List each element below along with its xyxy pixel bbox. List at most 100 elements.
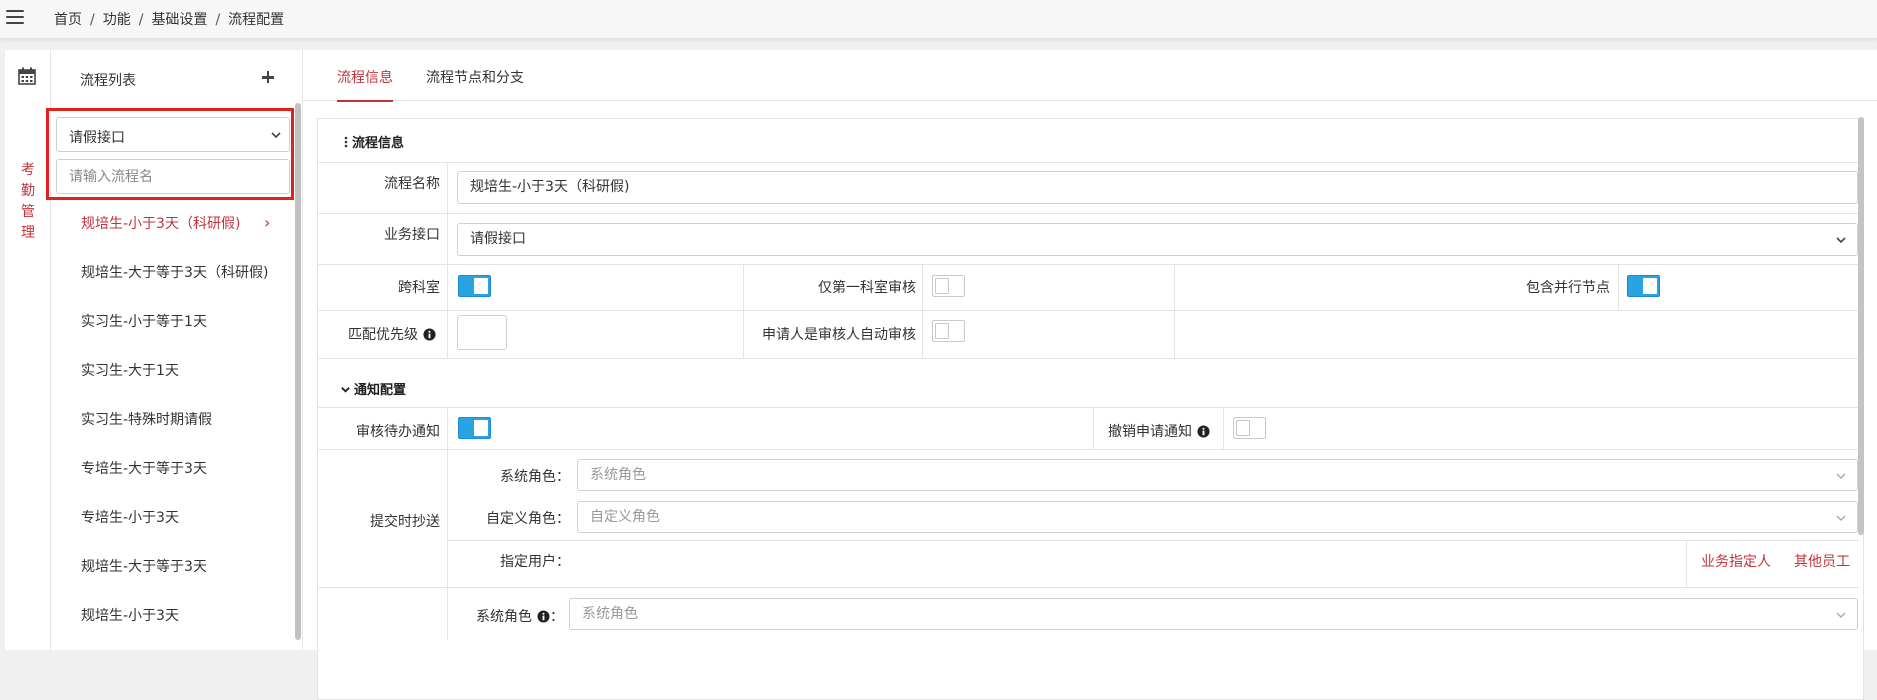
interface-select[interactable]: 请假接口 [56,117,290,152]
divider [1618,265,1619,310]
breadcrumb-basic-settings[interactable]: 基础设置 [151,12,207,28]
section-flow-info: 流程信息 [344,132,404,151]
business-interface-value: 请假接口 [470,231,526,247]
first-dept-only-toggle[interactable] [932,275,965,297]
tab-bar: 流程信息 流程节点和分支 [303,50,1877,102]
chevron-down-icon [271,132,281,139]
module-char: 管 [21,204,35,220]
list-item[interactable]: 规培生-大于等于3天 [51,547,291,596]
todo-notify-toggle[interactable] [458,417,491,439]
revoke-notify-toggle[interactable] [1233,417,1266,439]
info-icon[interactable] [1197,425,1210,438]
interface-select-value: 请假接口 [69,130,125,146]
list-item[interactable]: 实习生-小于等于1天 [51,302,291,351]
list-item[interactable]: 规培生-小于3天 [51,596,291,645]
divider [448,540,1859,541]
divider [318,264,1859,265]
interface-label: 业务接口 [384,227,440,243]
menu-icon[interactable] [6,10,24,26]
breadcrumb-home[interactable]: 首页 [54,12,82,28]
divider [318,213,1859,214]
divider [318,162,1859,163]
chevron-down-icon [1836,612,1846,618]
list-item[interactable]: 实习生-大于1天 [51,351,291,400]
section-flow-info-title: 流程信息 [352,136,405,151]
tab-flow-nodes[interactable]: 流程节点和分支 [426,67,524,100]
breadcrumb: 首页 / 功能 / 基础设置 / 流程配置 [54,9,284,29]
todo-notify-label: 审核待办通知 [356,424,440,440]
priority-input[interactable] [457,315,507,350]
divider [318,358,1859,359]
divider [1686,541,1687,587]
list-item[interactable]: 规培生-小于3天（科研假) [51,203,291,253]
cross-dept-label: 跨科室 [398,280,440,296]
calendar-icon[interactable] [17,66,37,86]
section-notify-title: 通知配置 [354,383,407,398]
assigned-user-label: 指定用户： [500,554,570,570]
flow-name-value: 规培生-小于3天（科研假) [470,179,630,195]
flow-list: 规培生-小于3天（科研假) 规培生-大于等于3天（科研假) 实习生-小于等于1天… [51,203,291,645]
divider [922,265,923,358]
breadcrumb-separator: / [138,12,144,28]
sys-role-placeholder: 系统角色 [590,467,646,483]
custom-role-select[interactable]: 自定义角色 [577,501,1858,533]
sys-role-label: 系统角色： [500,469,570,485]
list-scrollbar[interactable] [295,103,301,640]
info-icon[interactable] [537,610,550,623]
flow-name-search-input[interactable] [56,159,290,194]
chevron-down-icon [1836,473,1846,479]
other-staff-link[interactable]: 其他员工 [1794,551,1850,571]
breadcrumb-current: 流程配置 [228,12,285,28]
list-item[interactable]: 专培生-大于等于3天 [51,449,291,498]
module-char: 考 [21,162,35,178]
divider [1174,265,1175,358]
tab-flow-info[interactable]: 流程信息 [337,67,393,102]
include-parallel-toggle[interactable] [1627,275,1660,297]
plus-icon[interactable] [256,64,280,90]
business-interface-select[interactable]: 请假接口 [457,223,1858,256]
sys-role2-select[interactable]: 系统角色 [569,598,1858,630]
breadcrumb-separator: / [215,12,221,28]
divider [1093,408,1094,449]
divider [318,587,1859,588]
breadcrumb-function[interactable]: 功能 [103,12,131,28]
sys-role2-label-text: 系统角色 [476,609,532,625]
custom-role-placeholder: 自定义角色 [590,509,660,525]
include-parallel-label: 包含并行节点 [1526,280,1610,296]
module-char: 理 [21,225,35,241]
divider [743,265,744,358]
sys-role-select[interactable]: 系统角色 [577,459,1858,491]
priority-label: 匹配优先级 [348,324,436,344]
cc-on-submit-label: 提交时抄送 [370,514,440,530]
priority-label-text: 匹配优先级 [348,327,418,343]
breadcrumb-separator: / [90,12,95,28]
list-item[interactable]: 规培生-大于等于3天（科研假) [51,253,291,302]
list-item[interactable]: 专培生-小于3天 [51,498,291,547]
flow-name-label: 流程名称 [384,176,440,192]
panel-scrollbar[interactable] [1858,117,1864,535]
module-strip: 考 勤 管 理 [5,50,51,650]
divider [318,407,1859,408]
module-char: 勤 [21,183,35,199]
chevron-down-icon [1836,237,1846,244]
flow-name-input[interactable]: 规培生-小于3天（科研假) [457,171,1858,204]
flow-list-title: 流程列表 [80,73,136,89]
section-notify[interactable]: 通知配置 [340,379,406,398]
cross-dept-toggle[interactable] [458,275,491,297]
info-icon[interactable] [423,328,436,341]
divider [1223,408,1224,449]
divider [318,310,1859,311]
divider [318,449,1859,450]
module-attendance-management[interactable]: 考 勤 管 理 [20,160,36,244]
sys-role2-placeholder: 系统角色 [582,606,638,622]
vertical-dots-icon [344,136,348,148]
custom-role-label: 自定义角色： [486,511,570,527]
list-item[interactable]: 实习生-特殊时期请假 [51,400,291,449]
chevron-down-icon [1836,515,1846,521]
biz-assignee-link[interactable]: 业务指定人 [1701,551,1771,571]
divider [447,163,448,358]
revoke-notify-label: 撤销申请通知 [1108,421,1210,441]
chevron-down-icon [341,387,350,393]
first-dept-only-label: 仅第一科室审核 [818,280,916,296]
applicant-auto-toggle[interactable] [932,320,965,342]
